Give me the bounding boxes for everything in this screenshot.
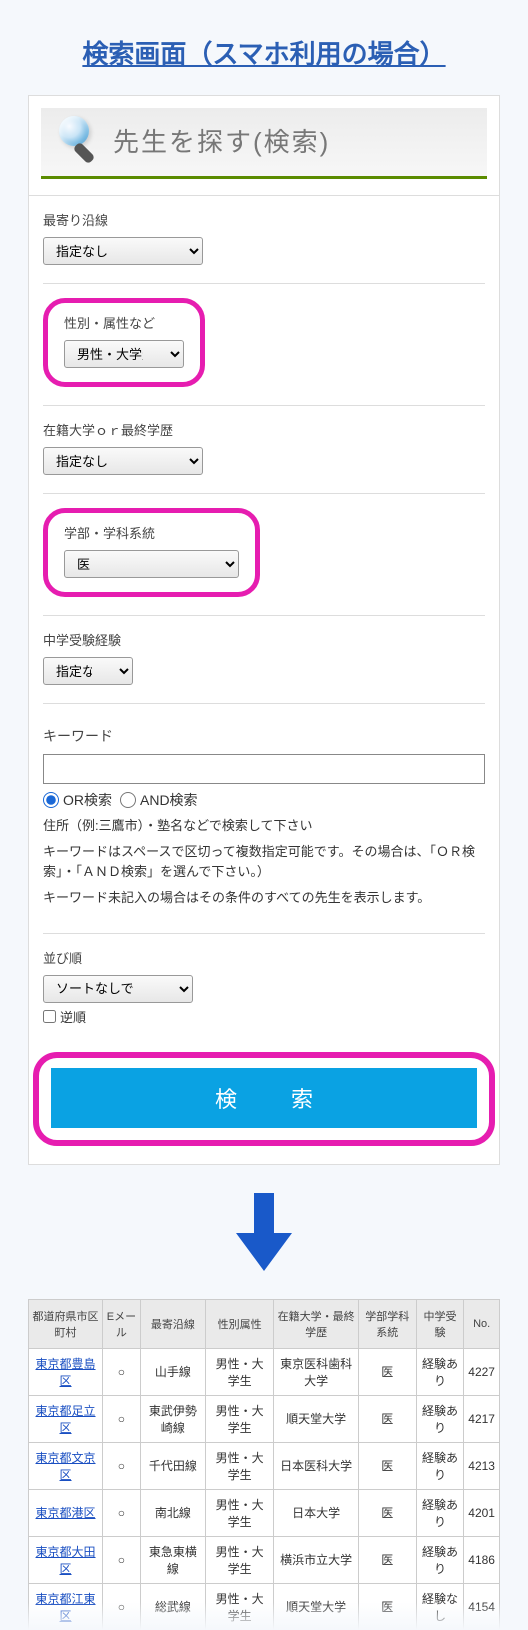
reverse-checkbox[interactable] — [43, 1010, 56, 1023]
area-link[interactable]: 東京都大田区 — [29, 1536, 103, 1583]
table-cell: ○ — [103, 1536, 141, 1583]
table-cell: 経験あり — [416, 1395, 464, 1442]
table-row: 東京都大田区○東急東横線男性・大学生横浜市立大学医経験あり4186 — [29, 1536, 500, 1583]
arrow-down-icon — [20, 1193, 508, 1271]
area-link[interactable]: 東京都豊島区 — [29, 1348, 103, 1395]
attribute-highlight: 性別・属性など 男性・大学生 — [43, 298, 205, 387]
table-header: 学部学科系統 — [358, 1299, 416, 1348]
hero-title: 先生を探す(検索) — [113, 122, 330, 159]
table-cell: 経験なし — [416, 1583, 464, 1630]
table-header: Eメール — [103, 1299, 141, 1348]
university-select[interactable]: 指定なし — [43, 447, 203, 475]
search-icon — [55, 116, 99, 164]
table-row: 東京都江東区○総武線男性・大学生順天堂大学医経験なし4154 — [29, 1583, 500, 1630]
area-link[interactable]: 東京都港区 — [29, 1489, 103, 1536]
or-radio[interactable] — [43, 792, 59, 808]
table-cell: 医 — [358, 1395, 416, 1442]
table-cell: 男性・大学生 — [205, 1395, 273, 1442]
table-header: 都道府県市区町村 — [29, 1299, 103, 1348]
note-2: キーワードはスペースで区切って複数指定可能です。その場合は、「ＯＲ検索」・「ＡＮ… — [43, 842, 485, 882]
area-link[interactable]: 東京都足立区 — [29, 1395, 103, 1442]
table-cell: 男性・大学生 — [205, 1348, 273, 1395]
exam-select[interactable]: 指定なし — [43, 657, 133, 685]
department-highlight: 学部・学科系統 医 — [43, 508, 260, 597]
table-header: 在籍大学・最終学歴 — [274, 1299, 359, 1348]
table-cell: 4213 — [464, 1442, 500, 1489]
table-header: 中学受験 — [416, 1299, 464, 1348]
table-cell: ○ — [103, 1583, 141, 1630]
table-cell: 順天堂大学 — [274, 1583, 359, 1630]
table-cell: 医 — [358, 1583, 416, 1630]
table-cell: ○ — [103, 1442, 141, 1489]
table-cell: 東武伊勢崎線 — [140, 1395, 205, 1442]
sort-label: 並び順 — [43, 948, 485, 967]
table-cell: 経験あり — [416, 1489, 464, 1536]
attribute-label: 性別・属性など — [64, 313, 184, 332]
keyword-input[interactable] — [43, 754, 485, 784]
table-cell: 医 — [358, 1348, 416, 1395]
area-link[interactable]: 東京都文京区 — [29, 1442, 103, 1489]
department-label: 学部・学科系統 — [64, 523, 239, 542]
area-link[interactable]: 東京都江東区 — [29, 1583, 103, 1630]
department-select[interactable]: 医 — [64, 550, 239, 578]
note-1: 住所（例:三鷹市）・塾名などで検索して下さい — [43, 816, 485, 836]
table-cell: 男性・大学生 — [205, 1442, 273, 1489]
table-cell: 経験あり — [416, 1442, 464, 1489]
sort-select[interactable]: ソートなしで — [43, 975, 193, 1003]
table-cell: 東京医科歯科大学 — [274, 1348, 359, 1395]
results-table: 都道府県市区町村Eメール最寄沿線性別属性在籍大学・最終学歴学部学科系統中学受験N… — [28, 1299, 500, 1630]
table-cell: 医 — [358, 1442, 416, 1489]
note-3: キーワード未記入の場合はその条件のすべての先生を表示します。 — [43, 888, 485, 908]
table-cell: 東急東横線 — [140, 1536, 205, 1583]
table-cell: 4154 — [464, 1583, 500, 1630]
table-cell: 経験あり — [416, 1536, 464, 1583]
route-label: 最寄り沿線 — [43, 210, 485, 229]
attribute-select[interactable]: 男性・大学生 — [64, 340, 184, 368]
table-cell: 男性・大学生 — [205, 1536, 273, 1583]
table-cell: 順天堂大学 — [274, 1395, 359, 1442]
table-row: 東京都足立区○東武伊勢崎線男性・大学生順天堂大学医経験あり4217 — [29, 1395, 500, 1442]
table-row: 東京都文京区○千代田線男性・大学生日本医科大学医経験あり4213 — [29, 1442, 500, 1489]
table-row: 東京都豊島区○山手線男性・大学生東京医科歯科大学医経験あり4227 — [29, 1348, 500, 1395]
table-cell: 山手線 — [140, 1348, 205, 1395]
table-cell: 4217 — [464, 1395, 500, 1442]
keyword-label: キーワード — [43, 726, 485, 746]
table-header: No. — [464, 1299, 500, 1348]
table-cell: 日本大学 — [274, 1489, 359, 1536]
and-radio-label: AND検索 — [140, 790, 198, 810]
table-cell: ○ — [103, 1348, 141, 1395]
table-cell: 4201 — [464, 1489, 500, 1536]
and-radio[interactable] — [120, 792, 136, 808]
table-cell: 南北線 — [140, 1489, 205, 1536]
reverse-label: 逆順 — [60, 1007, 86, 1026]
hero: 先生を探す(検索) — [41, 108, 487, 179]
table-cell: 日本医科大学 — [274, 1442, 359, 1489]
table-row: 東京都港区○南北線男性・大学生日本大学医経験あり4201 — [29, 1489, 500, 1536]
or-radio-label: OR検索 — [63, 790, 112, 810]
table-cell: 横浜市立大学 — [274, 1536, 359, 1583]
results-table-wrap: 都道府県市区町村Eメール最寄沿線性別属性在籍大学・最終学歴学部学科系統中学受験N… — [28, 1299, 500, 1630]
search-form-card: 先生を探す(検索) 最寄り沿線 指定なし 性別・属性など 男性・大学生 在籍大学… — [28, 95, 500, 1165]
exam-label: 中学受験経験 — [43, 630, 485, 649]
table-cell: 4186 — [464, 1536, 500, 1583]
table-cell: 男性・大学生 — [205, 1583, 273, 1630]
table-cell: ○ — [103, 1395, 141, 1442]
search-button[interactable]: 検 索 — [51, 1068, 477, 1128]
table-cell: 医 — [358, 1489, 416, 1536]
search-button-highlight: 検 索 — [33, 1052, 495, 1146]
table-cell: 経験あり — [416, 1348, 464, 1395]
table-cell: ○ — [103, 1489, 141, 1536]
page-title: 検索画面（スマホ利用の場合） — [20, 34, 508, 71]
table-cell: 総武線 — [140, 1583, 205, 1630]
university-label: 在籍大学ｏｒ最終学歴 — [43, 420, 485, 439]
table-header: 性別属性 — [205, 1299, 273, 1348]
table-cell: 4227 — [464, 1348, 500, 1395]
table-cell: 男性・大学生 — [205, 1489, 273, 1536]
route-select[interactable]: 指定なし — [43, 237, 203, 265]
table-cell: 千代田線 — [140, 1442, 205, 1489]
table-cell: 医 — [358, 1536, 416, 1583]
table-header: 最寄沿線 — [140, 1299, 205, 1348]
